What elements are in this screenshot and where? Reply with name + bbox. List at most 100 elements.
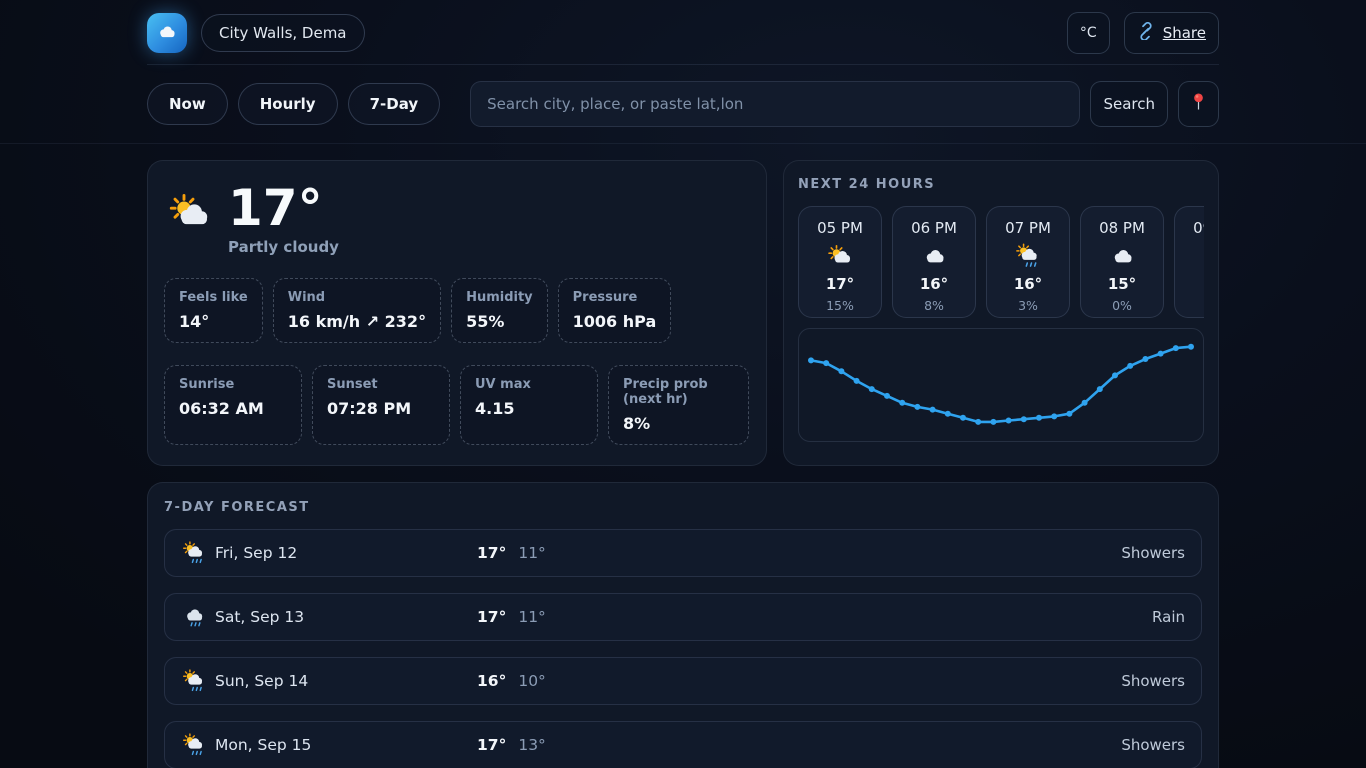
hour-precip-probability: 3% [1018,298,1038,314]
hour-precip-probability: 8% [924,298,944,314]
cloud-icon [1108,242,1136,270]
hour-time: 05 PM [817,219,863,237]
cloud-logo-icon [155,19,179,47]
forecast-day-row[interactable]: Mon, Sep 1517° 13°Showers [164,721,1202,768]
hour-time: 08 PM [1099,219,1145,237]
forecast-low-temp: 13° [518,736,545,754]
stat-humidity: Humidity 55% [451,278,548,343]
forecast-low-temp: 11° [518,608,545,626]
stat-value: 4.15 [475,399,583,418]
sun-cloud-rain-icon [181,540,207,566]
forecast-day-row[interactable]: Fri, Sep 1217° 11°Showers [164,529,1202,577]
cloud-icon [1202,242,1204,270]
forecast-day-list: Fri, Sep 1217°11°ShowersSat, Sep 1317°11… [164,529,1202,768]
nav-row: NowHourly7-Day Search [147,65,1219,143]
sun-cloud-rain-icon [181,732,207,758]
main-content: 17° Partly cloudy Feels like 14° Wind 16 km… [133,160,1233,768]
current-stats-row-2: Sunrise 06:32 AM Sunset 07:28 PM UV max 4.15 P… [164,365,750,445]
stat-precip-prob-next-hr-: Precip prob (next hr) 8% [608,365,749,445]
stat-value: 55% [466,312,533,331]
sun-cloud-icon [166,189,214,237]
forecast-low-temp: 10° [518,672,545,690]
temperature-line-chart [803,335,1199,435]
next-24-hours-title: NEXT 24 HOURS [798,177,1204,192]
hour-time: 06 PM [911,219,957,237]
hour-card[interactable]: 05 PM 17° 15% [798,206,882,318]
forecast-date: Mon, Sep 15 [215,736,477,754]
geolocate-pin-button[interactable] [1178,81,1219,127]
stat-value: 06:32 AM [179,399,287,418]
stat-label: Pressure [573,290,657,305]
hour-card[interactable]: 07 PM 16° 3% [986,206,1070,318]
hour-temperature: 15° [1108,275,1136,293]
unit-toggle-button[interactable]: °C [1067,12,1110,54]
hour-precip-probability: 15% [826,298,854,314]
hour-time: 07 PM [1005,219,1051,237]
hour-card[interactable]: 09 PM [1174,206,1204,318]
hour-precip-probability: 0% [1112,298,1132,314]
forecast-day-row[interactable]: Sat, Sep 1317° 11°Rain [164,593,1202,641]
stat-value: 1006 hPa [573,312,657,331]
forecast-low-temp: 11° [518,544,545,562]
forecast-condition: Rain [546,608,1185,626]
current-condition-label: Partly cloudy [228,238,339,256]
forecast-date: Sun, Sep 14 [215,672,477,690]
hour-temperature: 16° [1014,275,1042,293]
stat-value: 16 km/h ↗ 232° [288,312,426,331]
search-button[interactable]: Search [1090,81,1168,127]
app-logo [147,13,187,53]
stat-value: 07:28 PM [327,399,435,418]
tab-now[interactable]: Now [147,83,228,125]
stat-value: 14° [179,312,248,331]
share-button-label: Share [1163,24,1206,42]
stat-label: Sunrise [179,377,287,392]
stat-label: Wind [288,290,426,305]
forecast-day-row[interactable]: Sun, Sep 1416° 10°Showers [164,657,1202,705]
stat-sunset: Sunset 07:28 PM [312,365,450,445]
tab-hourly[interactable]: Hourly [238,83,338,125]
sun-cloud-icon [826,242,854,270]
forecast-high-temp: 17° [477,736,506,754]
sun-cloud-rain-icon [1014,242,1042,270]
seven-day-forecast-title: 7-DAY FORECAST [164,500,1202,515]
forecast-condition: Showers [546,736,1185,754]
stat-label: Humidity [466,290,533,305]
search-input[interactable] [470,81,1080,127]
stat-feels-like: Feels like 14° [164,278,263,343]
link-icon [1137,22,1155,44]
stat-label: UV max [475,377,583,392]
next-24-hours-card: NEXT 24 HOURS 05 PM 17° 15% 06 PM 16° 8% 07 PM… [783,160,1219,466]
tab-7-day[interactable]: 7-Day [348,83,441,125]
forecast-high-temp: 17° [477,544,506,562]
top-bar: City Walls, Dema °C Share [147,12,1219,65]
cloud-rain-icon [181,604,207,630]
forecast-date: Sat, Sep 13 [215,608,477,626]
view-tabs: NowHourly7-Day [147,83,450,125]
location-chip[interactable]: City Walls, Dema [201,14,365,52]
round-pushpin-icon [1191,91,1206,117]
hour-temperature: 16° [920,275,948,293]
forecast-condition: Showers [546,544,1185,562]
app-header: City Walls, Dema °C Share NowHourly7-Day… [0,0,1366,144]
hourly-temperature-chart [798,328,1204,442]
stat-label: Sunset [327,377,435,392]
hour-time: 09 PM [1193,219,1204,237]
stat-label: Precip prob (next hr) [623,377,734,407]
forecast-condition: Showers [546,672,1185,690]
stat-sunrise: Sunrise 06:32 AM [164,365,302,445]
forecast-date: Fri, Sep 12 [215,544,477,562]
current-hero: 17° Partly cloudy [164,181,750,256]
stat-uv-max: UV max 4.15 [460,365,598,445]
hour-temperature: 17° [826,275,854,293]
cloud-icon [920,242,948,270]
stat-value: 8% [623,414,734,433]
current-conditions-card: 17° Partly cloudy Feels like 14° Wind 16 km… [147,160,767,466]
hour-card[interactable]: 08 PM 15° 0% [1080,206,1164,318]
hourly-forecast-scroller[interactable]: 05 PM17°15%06 PM16°8%07 PM16°3%08 PM15°0… [798,206,1204,318]
share-button[interactable]: Share [1124,12,1219,54]
stat-label: Feels like [179,290,248,305]
forecast-high-temp: 17° [477,608,506,626]
hour-card[interactable]: 06 PM 16° 8% [892,206,976,318]
seven-day-forecast-card: 7-DAY FORECAST Fri, Sep 1217°11°ShowersS… [147,482,1219,768]
forecast-high-temp: 16° [477,672,506,690]
